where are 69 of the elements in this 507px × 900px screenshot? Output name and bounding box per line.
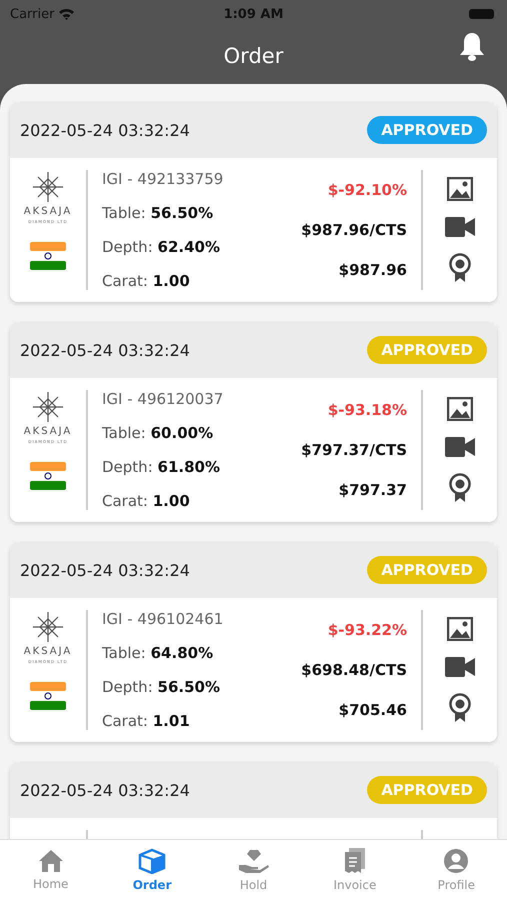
tab-item[interactable]: Home	[0, 840, 102, 900]
price-per-carat: $987.96/CTS	[301, 221, 407, 239]
star-logo-icon	[31, 610, 65, 644]
profile-icon	[443, 848, 470, 874]
total-price: $705.46	[338, 701, 407, 719]
tab-label: Hold	[240, 878, 268, 892]
total-price: $797.37	[338, 481, 407, 499]
home-icon	[38, 849, 64, 873]
star-logo-icon	[31, 390, 65, 424]
status-badge: APPROVED	[367, 116, 487, 144]
certificate-number: IGI - 496102461	[102, 610, 224, 628]
brand-name: AKSAJA	[24, 426, 72, 437]
video-camera-icon[interactable]	[445, 216, 475, 238]
discount-value: $-93.22%	[328, 621, 407, 639]
depth-value: Depth: 62.40%	[102, 238, 222, 256]
award-ribbon-icon[interactable]	[449, 472, 471, 503]
order-date: 2022-05-24 03:32:24	[20, 120, 190, 140]
status-badge: APPROVED	[367, 556, 487, 584]
wifi-icon	[58, 8, 76, 20]
image-icon[interactable]	[447, 617, 473, 642]
carat-value: Carat: 1.01	[102, 712, 191, 730]
brand-name: AKSAJA	[24, 646, 72, 657]
certificate-number: IGI - 492133759	[102, 170, 224, 188]
order-date: 2022-05-24 03:32:24	[20, 340, 190, 360]
bell-icon[interactable]	[459, 32, 485, 62]
box-icon	[137, 848, 168, 874]
flag-icon	[30, 242, 66, 270]
tab-item[interactable]: Invoice	[304, 840, 406, 900]
award-ribbon-icon[interactable]	[449, 252, 471, 283]
carrier-label: Carrier	[10, 6, 54, 22]
tab-label: Home	[32, 877, 68, 891]
image-icon[interactable]	[447, 397, 473, 422]
video-camera-icon[interactable]	[445, 436, 475, 458]
order-date: 2022-05-24 03:32:24	[20, 780, 190, 800]
table-value: Table: 56.50%	[102, 204, 214, 222]
brand-name: AKSAJA	[24, 206, 72, 217]
award-ribbon-icon[interactable]	[449, 692, 471, 723]
discount-value: $-93.18%	[328, 401, 407, 419]
video-camera-icon[interactable]	[445, 656, 475, 678]
image-icon[interactable]	[447, 177, 473, 202]
tab-item[interactable]: Profile	[406, 840, 507, 900]
flag-icon	[30, 682, 66, 710]
order-card[interactable]: 2022-05-24 03:32:24 APPROVED	[10, 762, 497, 839]
star-logo-icon	[31, 170, 65, 204]
table-value: Table: 60.00%	[102, 424, 214, 442]
tab-item[interactable]: Hold	[202, 840, 304, 900]
tab-label: Order	[132, 878, 172, 892]
flag-icon	[30, 462, 66, 490]
tab-label: Profile	[438, 878, 475, 892]
receipt-icon	[342, 848, 367, 874]
battery-icon	[468, 8, 497, 20]
depth-value: Depth: 61.80%	[102, 458, 222, 476]
status-badge: APPROVED	[367, 336, 487, 364]
page-title: Order	[224, 44, 284, 68]
status-time: 1:09 AM	[224, 6, 284, 22]
status-badge: APPROVED	[367, 776, 487, 804]
price-per-carat: $698.48/CTS	[301, 661, 407, 679]
table-value: Table: 64.80%	[102, 644, 214, 662]
total-price: $987.96	[338, 261, 407, 279]
carat-value: Carat: 1.00	[102, 272, 191, 290]
discount-value: $-92.10%	[328, 181, 407, 199]
tab-item[interactable]: Order	[101, 840, 203, 900]
price-per-carat: $797.37/CTS	[301, 441, 407, 459]
order-date: 2022-05-24 03:32:24	[20, 560, 190, 580]
depth-value: Depth: 56.50%	[102, 678, 222, 696]
carat-value: Carat: 1.00	[102, 492, 191, 510]
certificate-number: IGI - 496120037	[102, 390, 224, 408]
tab-label: Invoice	[333, 878, 376, 892]
hand-diamond-icon	[238, 848, 270, 874]
